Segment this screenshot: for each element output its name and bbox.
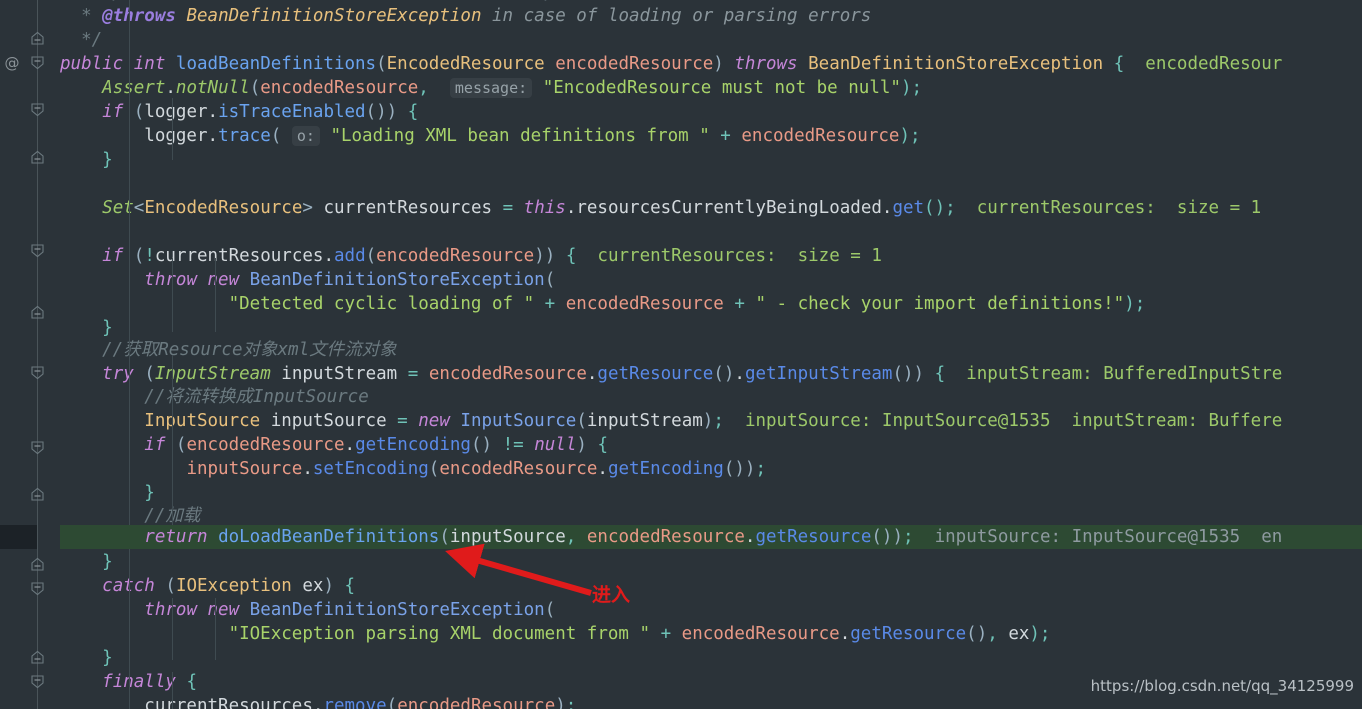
code-line[interactable]: * @throws BeanDefinitionStoreException i… — [0, 4, 1362, 28]
fold-marker-collapse-icon[interactable] — [30, 150, 45, 165]
code-line[interactable]: */ — [0, 28, 1362, 52]
fold-marker-collapse-end-icon[interactable] — [30, 440, 45, 455]
indent-guide — [129, 0, 130, 709]
watermark-url: https://blog.csdn.net/qq_34125999 — [1090, 677, 1354, 695]
code-line[interactable] — [0, 172, 1362, 196]
editor-gutter[interactable]: @ — [0, 0, 60, 709]
fold-marker-collapse-icon[interactable] — [30, 650, 45, 665]
code-line[interactable]: } — [0, 316, 1362, 340]
code-line[interactable]: if (logger.isTraceEnabled()) { — [0, 100, 1362, 124]
fold-marker-collapse-icon[interactable] — [30, 31, 45, 46]
code-editor-screenshot: * @param encodedResource the resource de… — [0, 0, 1362, 709]
code-line[interactable]: try (InputStream inputStream = encodedRe… — [0, 362, 1362, 386]
code-line[interactable]: "Detected cyclic loading of " + encodedR… — [0, 292, 1362, 316]
parameter-hint-badge: message: — [449, 78, 533, 98]
code-line[interactable]: catch (IOException ex) { — [0, 574, 1362, 598]
code-line[interactable]: logger.trace( o: "Loading XML bean defin… — [0, 124, 1362, 148]
code-line[interactable]: InputSource inputSource = new InputSourc… — [0, 409, 1362, 433]
indent-guide — [172, 98, 173, 160]
code-line[interactable]: "IOException parsing XML document from "… — [0, 622, 1362, 646]
code-line[interactable]: currentResources.remove(encodedResource)… — [0, 694, 1362, 709]
fold-marker-collapse-end-icon[interactable] — [30, 365, 45, 380]
fold-marker-collapse-end-icon[interactable] — [30, 674, 45, 689]
fold-marker-collapse-end-icon[interactable] — [30, 55, 45, 70]
indent-guide — [172, 258, 173, 332]
fold-marker-collapse-end-icon[interactable] — [30, 102, 45, 117]
parameter-hint-badge: o: — [291, 126, 320, 146]
code-line[interactable] — [0, 220, 1362, 244]
fold-marker-collapse-end-icon[interactable] — [30, 581, 45, 596]
code-line[interactable]: Assert.notNull(encodedResource, message:… — [0, 76, 1362, 100]
indent-guide — [172, 598, 173, 660]
fold-marker-collapse-icon[interactable] — [30, 487, 45, 502]
code-line[interactable]: //将流转换成InputSource — [0, 385, 1362, 409]
code-line-current-execution[interactable]: return doLoadBeanDefinitions(inputSource… — [0, 525, 1362, 549]
fold-marker-collapse-icon[interactable] — [30, 557, 45, 572]
fold-marker-collapse-end-icon[interactable] — [30, 243, 45, 258]
annotation-gutter-icon[interactable]: @ — [3, 54, 21, 72]
code-line[interactable]: if (!currentResources.add(encodedResourc… — [0, 244, 1362, 268]
editor-text-area[interactable]: * @param encodedResource the resource de… — [0, 0, 1362, 709]
fold-marker-collapse-icon[interactable] — [30, 305, 45, 320]
code-line[interactable]: public int loadBeanDefinitions(EncodedRe… — [0, 52, 1362, 76]
indent-guide — [215, 258, 216, 332]
gutter-current-line-marker — [0, 525, 37, 550]
code-line[interactable]: throw new BeanDefinitionStoreException( — [0, 268, 1362, 292]
code-line[interactable]: throw new BeanDefinitionStoreException( — [0, 598, 1362, 622]
code-line[interactable]: } — [0, 646, 1362, 670]
indent-guide — [215, 598, 216, 660]
code-line[interactable]: } — [0, 550, 1362, 574]
code-line[interactable]: } — [0, 148, 1362, 172]
indent-guide — [172, 355, 173, 530]
code-line[interactable]: if (encodedResource.getEncoding() != nul… — [0, 433, 1362, 457]
code-line[interactable]: inputSource.setEncoding(encodedResource.… — [0, 457, 1362, 481]
code-line[interactable]: //获取Resource对象xml文件流对象 — [0, 338, 1362, 362]
code-line[interactable]: Set<EncodedResource> currentResources = … — [0, 196, 1362, 220]
code-line[interactable]: } — [0, 481, 1362, 505]
indent-guide — [172, 672, 173, 709]
